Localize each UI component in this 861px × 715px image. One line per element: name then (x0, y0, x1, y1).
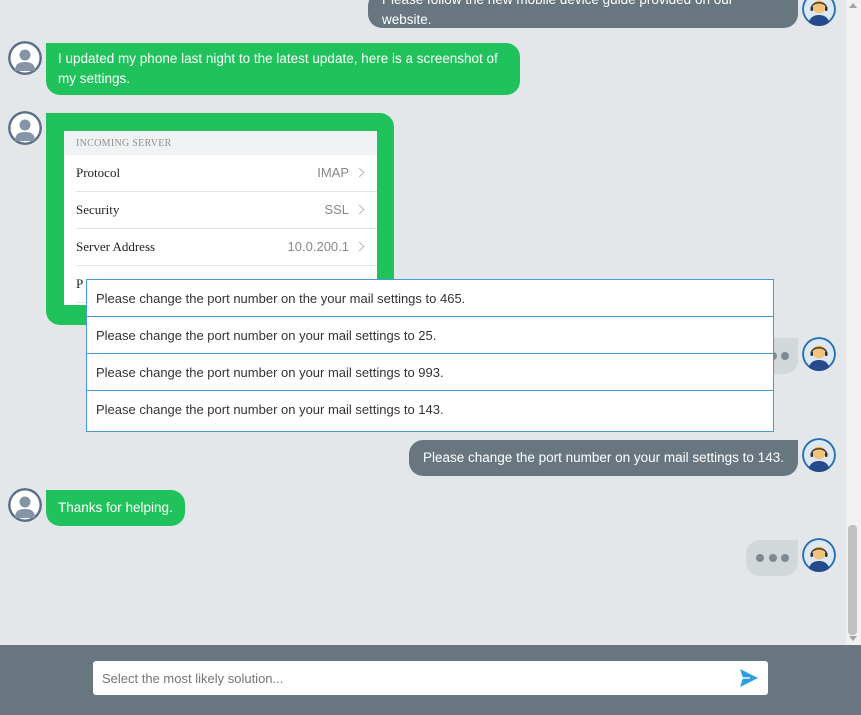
typing-dot (769, 554, 777, 562)
solution-options-list: Please change the port number on the you… (86, 279, 774, 432)
send-arrow-icon (740, 669, 758, 687)
scroll-up-arrow-icon[interactable] (849, 3, 857, 8)
agent-message-text: Please follow the new mobile device guid… (382, 0, 733, 27)
user-silhouette-icon (8, 488, 42, 522)
solution-option[interactable]: Please change the port number on the you… (87, 280, 773, 317)
settings-value: 10.0.200.1 (287, 239, 349, 254)
agent-message: Please change the port number on your ma… (409, 440, 798, 476)
settings-label: Server Address (76, 239, 156, 254)
agent-avatar (802, 438, 836, 472)
agent-headset-icon (802, 438, 836, 472)
chevron-right-icon (354, 167, 365, 178)
customer-avatar (8, 488, 42, 522)
customer-message: Thanks for helping. (46, 490, 185, 526)
customer-message: I updated my phone last night to the lat… (46, 43, 520, 95)
customer-message-text: I updated my phone last night to the lat… (58, 51, 498, 86)
typing-dot (781, 352, 789, 360)
solution-option[interactable]: Please change the port number on your ma… (87, 391, 773, 428)
scroll-down-arrow-icon[interactable] (849, 636, 857, 641)
scrollbar-thumb[interactable] (848, 525, 857, 635)
customer-message-text: Thanks for helping. (58, 500, 173, 515)
solution-option[interactable]: Please change the port number on your ma… (87, 317, 773, 354)
typing-dot (756, 554, 764, 562)
settings-value: SSL (324, 202, 349, 217)
chevron-right-icon (354, 241, 365, 252)
settings-section-header: INCOMING SERVER (64, 131, 377, 155)
agent-headset-icon (802, 538, 836, 572)
chevron-right-icon (354, 204, 365, 215)
solution-option[interactable]: Please change the port number on your ma… (87, 354, 773, 391)
agent-headset-icon (802, 337, 836, 371)
user-silhouette-icon (8, 111, 42, 145)
agent-message-text: Please change the port number on your ma… (423, 450, 784, 465)
settings-value: IMAP (317, 165, 349, 180)
solution-input-container (93, 661, 768, 695)
typing-indicator (746, 540, 798, 576)
solution-input[interactable] (93, 661, 723, 695)
settings-label: P (76, 276, 84, 291)
settings-row-server-address: Server Address 10.0.200.1 (76, 229, 377, 266)
agent-message: Please follow the new mobile device guid… (368, 0, 798, 28)
settings-label: Protocol (76, 165, 121, 180)
send-button[interactable] (737, 667, 761, 689)
customer-avatar (8, 111, 42, 145)
settings-row-protocol: Protocol IMAP (76, 155, 377, 192)
settings-row-security: Security SSL (76, 192, 377, 229)
agent-avatar (802, 337, 836, 371)
typing-dot (781, 554, 789, 562)
agent-headset-icon (802, 0, 836, 26)
customer-avatar (8, 41, 42, 75)
user-silhouette-icon (8, 41, 42, 75)
settings-label: Security (76, 202, 120, 217)
agent-avatar (802, 538, 836, 572)
agent-avatar (802, 0, 836, 26)
